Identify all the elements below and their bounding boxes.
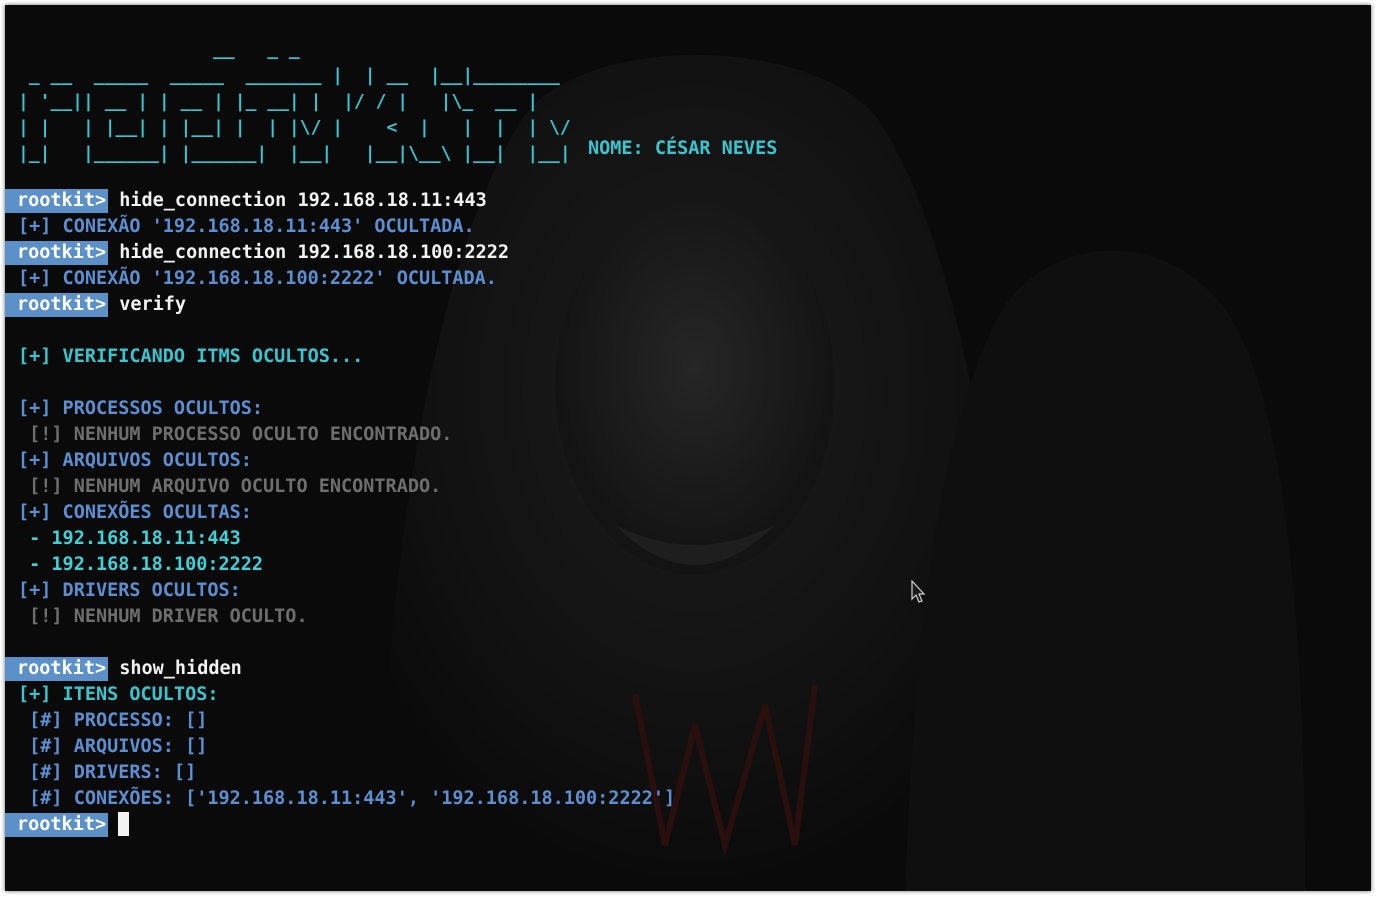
command-text: verify xyxy=(108,294,187,315)
output-text: [#] CONEXÕES: ['192.168.18.11:443', '192… xyxy=(18,788,676,809)
output-line: [+] DRIVERS OCULTOS: xyxy=(5,578,675,604)
output-text: [#] ARQUIVOS: [] xyxy=(18,736,208,757)
terminal-output: rootkit> hide_connection 192.168.18.11:4… xyxy=(5,188,675,838)
prompt-label: rootkit> xyxy=(5,657,109,681)
output-text: [!] NENHUM ARQUIVO OCULTO ENCONTRADO. xyxy=(18,476,442,497)
output-text: [+] ITENS OCULTOS: xyxy=(18,684,219,705)
output-line: [!] NENHUM PROCESSO OCULTO ENCONTRADO. xyxy=(5,422,675,448)
output-line: [+] CONEXÕES OCULTAS: xyxy=(5,500,675,526)
command-text: hide_connection 192.168.18.11:443 xyxy=(108,190,487,211)
output-text: [+] PROCESSOS OCULTOS: xyxy=(18,398,264,419)
prompt-label: rootkit> xyxy=(5,189,109,213)
output-line: - 192.168.18.100:2222 xyxy=(5,552,675,578)
output-text: [!] NENHUM DRIVER OCULTO. xyxy=(18,606,308,627)
output-text: [#] DRIVERS: [] xyxy=(18,762,197,783)
output-line: [+] CONEXÃO '192.168.18.100:2222' OCULTA… xyxy=(5,266,675,292)
output-line: - 192.168.18.11:443 xyxy=(5,526,675,552)
command-text: hide_connection 192.168.18.100:2222 xyxy=(108,242,510,263)
output-text: [+] CONEXÕES OCULTAS: xyxy=(18,502,252,523)
command-line: rootkit> hide_connection 192.168.18.100:… xyxy=(5,240,675,266)
output-line: [+] PROCESSOS OCULTOS: xyxy=(5,396,675,422)
output-line: [+] CONEXÃO '192.168.18.11:443' OCULTADA… xyxy=(5,214,675,240)
output-line: [#] PROCESSO: [] xyxy=(5,708,675,734)
output-line: [+] VERIFICANDO ITMS OCULTOS... xyxy=(5,344,675,370)
prompt-label: rootkit> xyxy=(5,293,109,317)
output-text: - 192.168.18.11:443 xyxy=(18,528,241,549)
command-line: rootkit> show_hidden xyxy=(5,656,675,682)
text-cursor[interactable] xyxy=(118,812,130,836)
command-input-line[interactable]: rootkit> xyxy=(5,812,675,838)
output-text: [+] VERIFICANDO ITMS OCULTOS... xyxy=(18,346,364,367)
output-text: [#] PROCESSO: [] xyxy=(18,710,208,731)
output-text: [+] CONEXÃO '192.168.18.100:2222' OCULTA… xyxy=(18,268,497,289)
output-line: [!] NENHUM DRIVER OCULTO. xyxy=(5,604,675,630)
output-text: [+] DRIVERS OCULTOS: xyxy=(18,580,241,601)
output-text: [+] CONEXÃO '192.168.18.11:443' OCULTADA… xyxy=(18,216,475,237)
output-line: [#] DRIVERS: [] xyxy=(5,760,675,786)
terminal-window[interactable]: __ _ _ _ __ _____ _____ _______ | | __ |… xyxy=(5,5,1371,891)
command-line: rootkit> verify xyxy=(5,292,675,318)
output-text: [!] NENHUM PROCESSO OCULTO ENCONTRADO. xyxy=(18,424,453,445)
command-line: rootkit> hide_connection 192.168.18.11:4… xyxy=(5,188,675,214)
command-text: show_hidden xyxy=(108,658,242,679)
output-text: [+] ARQUIVOS OCULTOS: xyxy=(18,450,252,471)
output-line: [+] ITENS OCULTOS: xyxy=(5,682,675,708)
output-line: [+] ARQUIVOS OCULTOS: xyxy=(5,448,675,474)
output-line: [#] CONEXÕES: ['192.168.18.11:443', '192… xyxy=(5,786,675,812)
mouse-pointer-icon xyxy=(911,580,926,603)
output-line: [!] NENHUM ARQUIVO OCULTO ENCONTRADO. xyxy=(5,474,675,500)
author-name: NOME: CÉSAR NEVES xyxy=(588,138,778,159)
output-line: [#] ARQUIVOS: [] xyxy=(5,734,675,760)
prompt-label: rootkit> xyxy=(5,241,109,265)
output-text: - 192.168.18.100:2222 xyxy=(18,554,264,575)
prompt-label: rootkit> xyxy=(5,813,109,837)
rootkit-ascii-banner: __ _ _ _ __ _____ _____ _______ | | __ |… xyxy=(18,39,571,164)
